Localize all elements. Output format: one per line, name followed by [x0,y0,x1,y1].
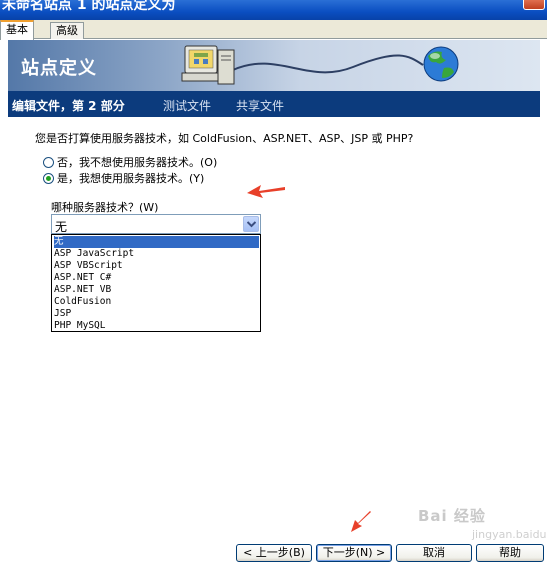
window-title: 未命名站点 1 的站点定义为 [2,0,176,13]
watermark-url: jingyan.baidu.com [472,528,547,541]
option-aspnet-vb[interactable]: ASP.NET VB [54,284,259,296]
title-bar: 未命名站点 1 的站点定义为 [0,0,547,20]
server-tech-label: 哪种服务器技术？(W) [51,201,159,214]
help-button[interactable]: 帮助 [476,544,544,562]
server-question: 您是否打算使用服务器技术，如 ColdFusion、ASP.NET、ASP、JS… [35,132,414,145]
back-button[interactable]: < 上一步(B) [236,544,312,562]
option-jsp[interactable]: JSP [54,308,259,320]
option-asp-vbscript[interactable]: ASP VBScript [54,260,259,272]
radio-label-no: 否，我不想使用服务器技术。(O) [57,156,218,169]
radio-label-yes: 是，我想使用服务器技术。(Y) [57,172,205,185]
option-php-mysql[interactable]: PHP MySQL [54,320,259,332]
page-title: 站点定义 [21,58,97,79]
tab-basic[interactable]: 基本 [0,20,34,40]
wizard-step-bar: 编辑文件，第 2 部分 测试文件 共享文件 [8,91,540,117]
radio-yes-server[interactable]: 是，我想使用服务器技术。(Y) [43,170,204,186]
option-coldfusion[interactable]: ColdFusion [54,296,259,308]
step-share-files: 共享文件 [236,99,285,113]
option-asp-javascript[interactable]: ASP JavaScript [54,248,259,260]
chevron-down-icon [247,221,256,228]
dropdown-toggle-button[interactable] [243,216,259,232]
close-button[interactable] [523,0,545,10]
cancel-button[interactable]: 取消 [396,544,472,562]
option-none[interactable]: 无 [54,236,259,248]
radio-button-no[interactable] [43,156,54,168]
tab-strip: 基本 高级 [0,20,547,40]
watermark-logo: Bai 经验 [418,507,486,525]
step-current: 编辑文件，第 2 部分 [12,99,125,113]
tab-advanced[interactable]: 高级 [50,22,84,39]
next-button[interactable]: 下一步(N) > [316,544,392,562]
server-tech-dropdown-list: 无 ASP JavaScript ASP VBScript ASP.NET C#… [51,234,261,332]
option-aspnet-csharp[interactable]: ASP.NET C# [54,272,259,284]
annotation-arrow-icon [351,511,371,532]
server-tech-selected-value: 无 [55,220,68,234]
server-tech-select[interactable]: 无 [51,214,261,234]
step-test-files: 测试文件 [163,99,212,113]
radio-button-yes[interactable] [43,172,54,184]
header-banner: 站点定义 [8,40,540,91]
annotation-arrow-icon [247,185,285,198]
radio-no-server[interactable]: 否，我不想使用服务器技术。(O) [43,154,217,170]
